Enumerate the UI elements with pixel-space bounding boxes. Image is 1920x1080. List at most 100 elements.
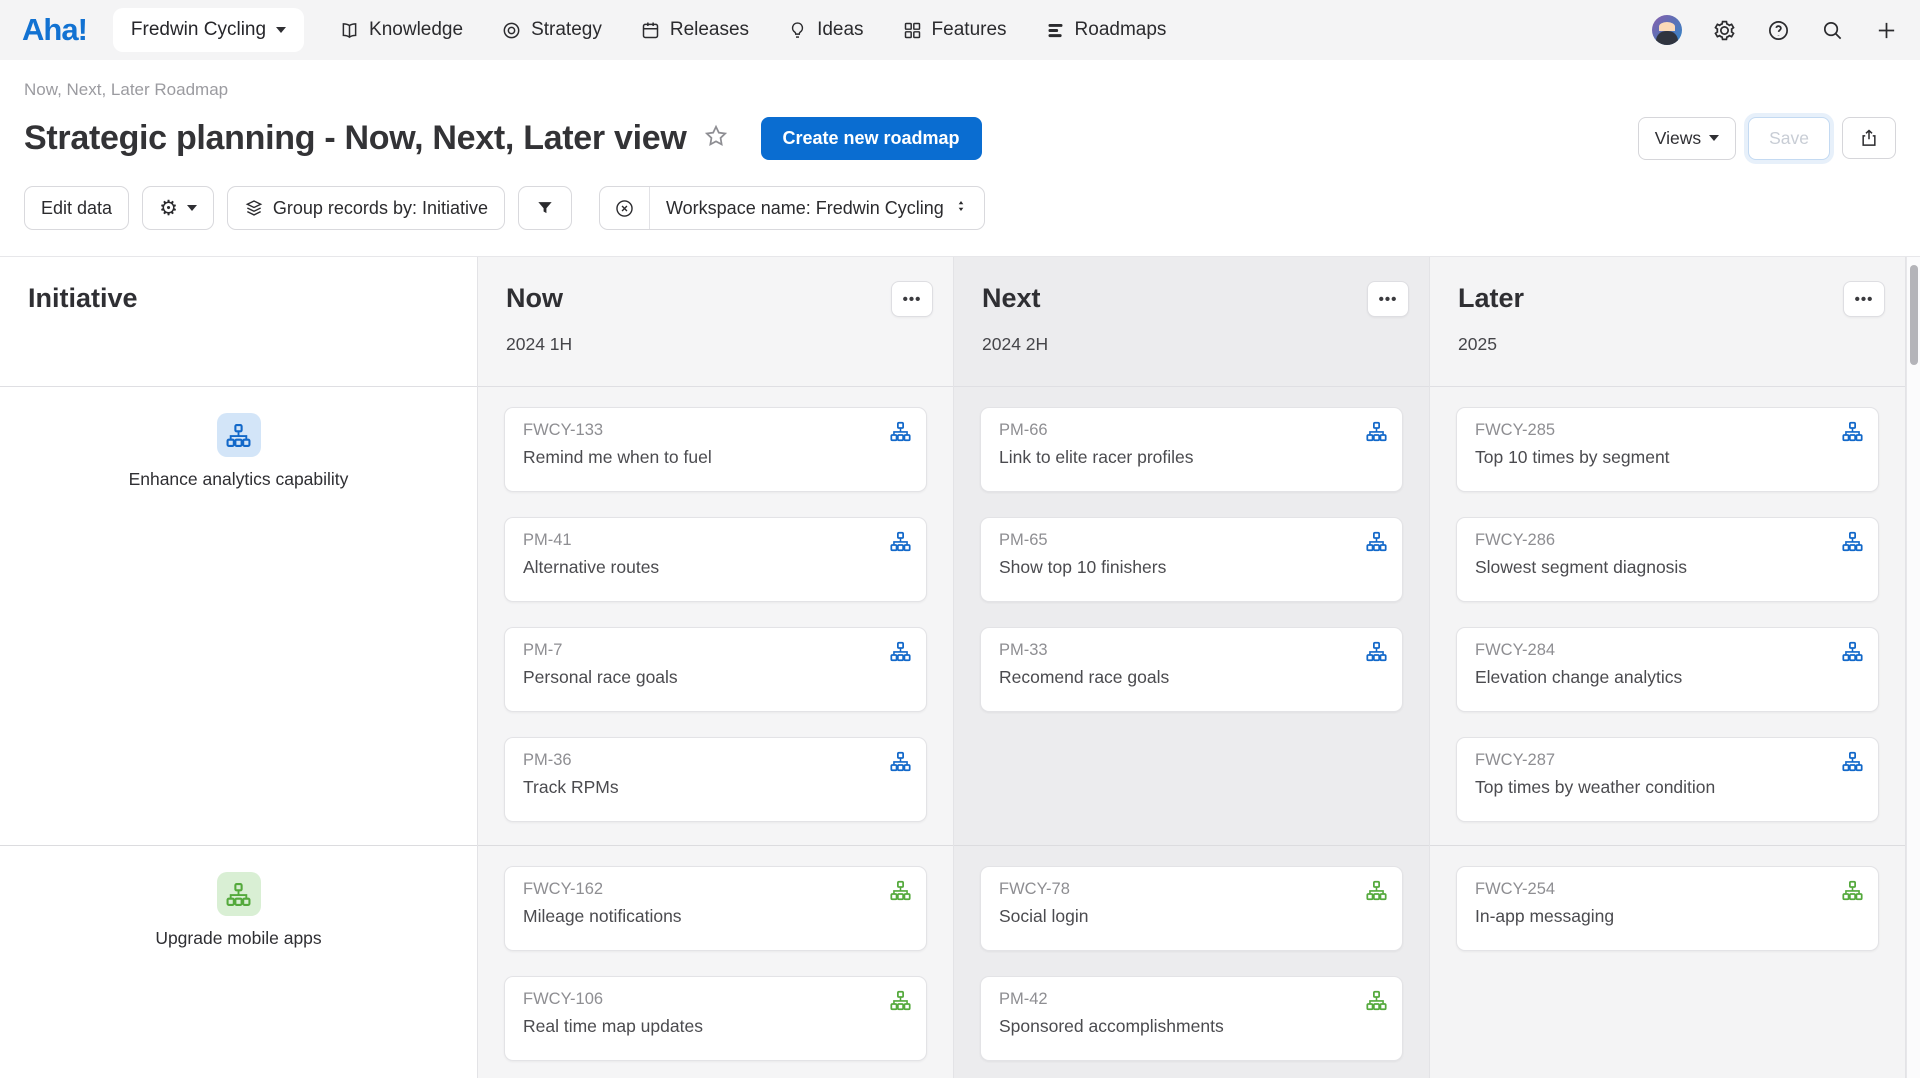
column-menu-button[interactable]: ••• bbox=[1367, 281, 1409, 317]
record-card[interactable]: FWCY-286 Slowest segment diagnosis bbox=[1456, 517, 1879, 602]
card-id: FWCY-162 bbox=[523, 880, 908, 899]
column-title: Next bbox=[982, 283, 1407, 314]
card-list: FWCY-285 Top 10 times by segment FWCY-28… bbox=[1430, 387, 1905, 846]
favorite-star-icon[interactable] bbox=[703, 123, 729, 154]
nav-item-label: Strategy bbox=[531, 19, 602, 41]
settings-gear-icon[interactable] bbox=[1712, 18, 1736, 42]
column-now-header: Now ••• 2024 1H bbox=[478, 257, 953, 387]
user-avatar[interactable] bbox=[1652, 15, 1682, 45]
record-card[interactable]: FWCY-254 In-app messaging bbox=[1456, 866, 1879, 951]
plus-icon[interactable] bbox=[1874, 18, 1898, 42]
views-button[interactable]: Views bbox=[1638, 117, 1736, 160]
views-button-label: Views bbox=[1655, 128, 1701, 149]
nav-item-strategy[interactable]: Strategy bbox=[482, 19, 621, 41]
aha-logo[interactable]: Aha! bbox=[22, 12, 87, 48]
card-title: Real time map updates bbox=[523, 1016, 908, 1037]
card-title: Top 10 times by segment bbox=[1475, 447, 1860, 468]
record-card[interactable]: PM-7 Personal race goals bbox=[504, 627, 927, 712]
sitemap-icon bbox=[226, 423, 251, 448]
column-later-header: Later ••• 2025 bbox=[1430, 257, 1905, 387]
nav-item-label: Ideas bbox=[817, 19, 863, 41]
create-new-roadmap-button[interactable]: Create new roadmap bbox=[761, 117, 982, 160]
column-menu-button[interactable]: ••• bbox=[1843, 281, 1885, 317]
nav-item-ideas[interactable]: Ideas bbox=[768, 19, 882, 41]
initiative-icon-badge bbox=[217, 413, 261, 457]
nav-item-knowledge[interactable]: Knowledge bbox=[320, 19, 482, 41]
column-subtitle: 2025 bbox=[1458, 334, 1883, 355]
card-title: In-app messaging bbox=[1475, 906, 1860, 927]
record-card[interactable]: PM-66 Link to elite racer profiles bbox=[980, 407, 1403, 492]
record-card[interactable]: FWCY-285 Top 10 times by segment bbox=[1456, 407, 1879, 492]
sitemap-icon bbox=[1842, 641, 1863, 662]
column-later: Later ••• 2025 FWCY-285 Top 10 times by … bbox=[1430, 257, 1906, 1078]
help-icon[interactable] bbox=[1766, 18, 1790, 42]
record-card[interactable]: FWCY-133 Remind me when to fuel bbox=[504, 407, 927, 492]
nav-item-features[interactable]: Features bbox=[883, 19, 1026, 41]
sitemap-icon bbox=[1842, 421, 1863, 442]
card-list: PM-66 Link to elite racer profiles PM-65… bbox=[954, 387, 1429, 846]
circle-x-icon bbox=[614, 198, 635, 219]
now-next-later-board: Initiative Enhance analytics capability … bbox=[0, 256, 1920, 1078]
workspace-selector[interactable]: Fredwin Cycling bbox=[113, 8, 304, 52]
initiative-cell[interactable]: Upgrade mobile apps bbox=[0, 846, 477, 1078]
layers-icon bbox=[244, 198, 264, 218]
group-records-button[interactable]: Group records by: Initiative bbox=[227, 186, 505, 230]
view-settings-button[interactable]: ⚙ bbox=[142, 186, 214, 230]
record-card[interactable]: FWCY-162 Mileage notifications bbox=[504, 866, 927, 951]
share-icon bbox=[1859, 128, 1879, 148]
sitemap-icon bbox=[226, 882, 251, 907]
record-card[interactable]: PM-42 Sponsored accomplishments bbox=[980, 976, 1403, 1061]
card-id: FWCY-285 bbox=[1475, 421, 1860, 440]
record-card[interactable]: FWCY-106 Real time map updates bbox=[504, 976, 927, 1061]
scrollbar-thumb[interactable] bbox=[1910, 265, 1918, 365]
nav-item-roadmaps[interactable]: Roadmaps bbox=[1026, 19, 1186, 41]
record-card[interactable]: FWCY-287 Top times by weather condition bbox=[1456, 737, 1879, 822]
lightbulb-icon bbox=[787, 20, 808, 41]
sort-updown-icon bbox=[954, 197, 968, 220]
card-id: PM-36 bbox=[523, 751, 908, 770]
view-toolbar: Edit data ⚙ Group records by: Initiative… bbox=[24, 186, 1896, 230]
filter-button[interactable] bbox=[518, 186, 572, 230]
edit-data-button[interactable]: Edit data bbox=[24, 186, 129, 230]
record-card[interactable]: PM-65 Show top 10 finishers bbox=[980, 517, 1403, 602]
sitemap-icon bbox=[890, 751, 911, 772]
record-card[interactable]: PM-36 Track RPMs bbox=[504, 737, 927, 822]
card-id: PM-41 bbox=[523, 531, 908, 550]
filter-chip-label: Workspace name: Fredwin Cycling bbox=[666, 198, 944, 219]
nav-item-releases[interactable]: Releases bbox=[621, 19, 768, 41]
breadcrumb: Now, Next, Later Roadmap bbox=[24, 80, 1920, 100]
search-icon[interactable] bbox=[1820, 18, 1844, 42]
sitemap-icon bbox=[890, 421, 911, 442]
initiative-cell[interactable]: Enhance analytics capability bbox=[0, 387, 477, 846]
card-title: Sponsored accomplishments bbox=[999, 1016, 1384, 1037]
record-card[interactable]: FWCY-78 Social login bbox=[980, 866, 1403, 951]
share-button[interactable] bbox=[1842, 117, 1896, 159]
record-card[interactable]: PM-33 Recomend race goals bbox=[980, 627, 1403, 712]
card-id: PM-66 bbox=[999, 421, 1384, 440]
record-card[interactable]: FWCY-284 Elevation change analytics bbox=[1456, 627, 1879, 712]
sitemap-icon bbox=[890, 990, 911, 1011]
sitemap-icon bbox=[1366, 531, 1387, 552]
card-title: Personal race goals bbox=[523, 667, 908, 688]
target-icon bbox=[501, 20, 522, 41]
remove-filter-button[interactable] bbox=[600, 187, 650, 229]
primary-nav: Knowledge Strategy Releases Ideas Featur… bbox=[320, 19, 1185, 41]
initiative-column-header: Initiative bbox=[0, 257, 477, 387]
card-list: FWCY-133 Remind me when to fuel PM-41 Al… bbox=[478, 387, 953, 846]
column-title: Now bbox=[506, 283, 931, 314]
card-id: FWCY-287 bbox=[1475, 751, 1860, 770]
sitemap-icon bbox=[1366, 990, 1387, 1011]
sitemap-icon bbox=[1366, 641, 1387, 662]
record-card[interactable]: PM-41 Alternative routes bbox=[504, 517, 927, 602]
card-id: FWCY-106 bbox=[523, 990, 908, 1009]
chevron-down-icon bbox=[276, 27, 286, 33]
vertical-scrollbar[interactable] bbox=[1906, 257, 1920, 1078]
workspace-filter-value[interactable]: Workspace name: Fredwin Cycling bbox=[650, 187, 984, 229]
card-title: Recomend race goals bbox=[999, 667, 1384, 688]
card-id: PM-42 bbox=[999, 990, 1384, 1009]
card-title: Mileage notifications bbox=[523, 906, 908, 927]
card-id: PM-33 bbox=[999, 641, 1384, 660]
save-button[interactable]: Save bbox=[1748, 117, 1830, 160]
sitemap-icon bbox=[1366, 421, 1387, 442]
column-menu-button[interactable]: ••• bbox=[891, 281, 933, 317]
